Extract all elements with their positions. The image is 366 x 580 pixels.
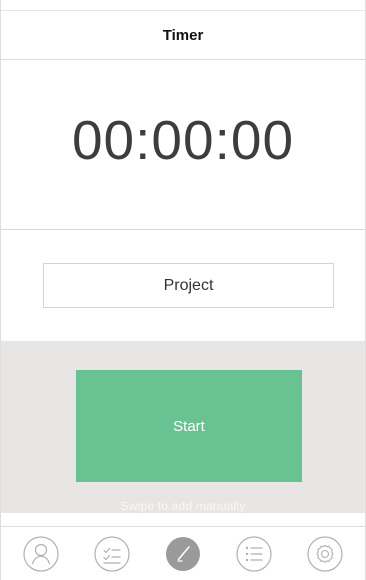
settings-icon xyxy=(307,535,343,572)
nav-profile[interactable] xyxy=(22,535,60,573)
nav-checklist[interactable] xyxy=(93,535,131,573)
list-icon xyxy=(236,535,272,572)
nav-timer[interactable] xyxy=(164,535,202,573)
project-field[interactable]: Project xyxy=(43,263,334,308)
timer-section: 00:00:00 xyxy=(1,60,365,230)
profile-icon xyxy=(22,535,59,572)
project-label: Project xyxy=(163,276,214,294)
timer-screen: Timer 00:00:00 Project Start Swipe to ad… xyxy=(0,0,366,580)
start-button-label: Start xyxy=(173,417,205,435)
start-button[interactable]: Start xyxy=(76,370,302,482)
nav-settings[interactable] xyxy=(306,535,344,573)
bottom-navigation xyxy=(1,526,365,580)
nav-list[interactable] xyxy=(235,535,273,573)
checklist-icon xyxy=(94,535,130,572)
timer-display: 00:00:00 xyxy=(71,109,295,171)
app-header: Timer xyxy=(1,10,365,60)
swipe-hint: Swipe to add manually xyxy=(120,499,246,513)
page-title: Timer xyxy=(162,26,204,44)
timer-icon xyxy=(165,536,200,571)
start-action-panel[interactable]: Start Swipe to add manually xyxy=(1,341,365,513)
